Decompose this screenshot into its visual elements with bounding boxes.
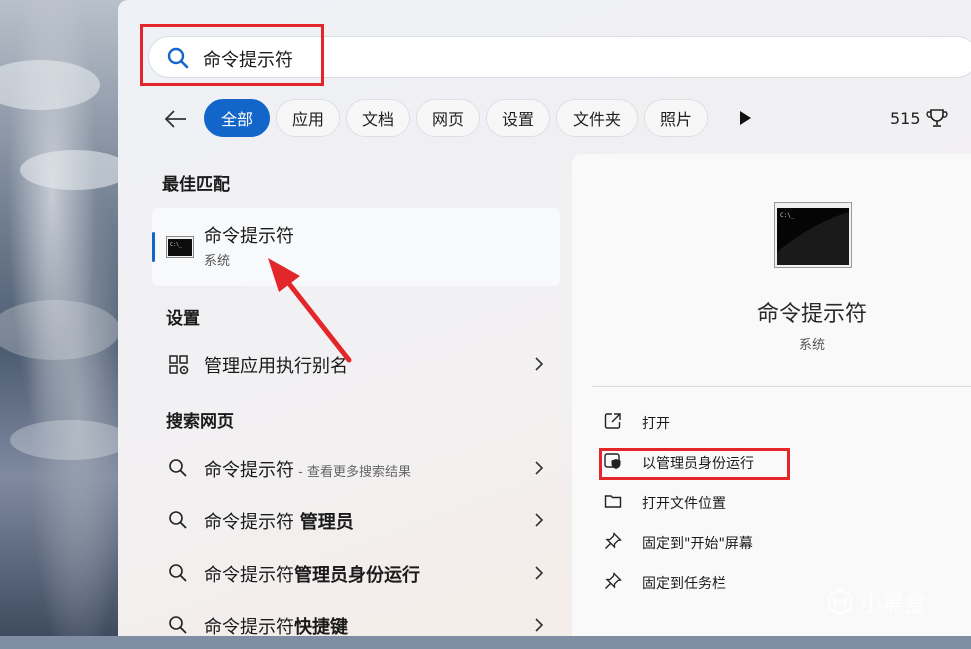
tab-apps[interactable]: 应用 — [276, 99, 340, 137]
chevron-right-icon — [535, 357, 544, 371]
back-arrow-icon[interactable] — [162, 105, 190, 133]
action-pin-to-taskbar-label: 固定到任务栏 — [642, 576, 726, 592]
settings-result-label: 管理应用执行别名 — [204, 356, 348, 377]
action-open-label: 打开 — [642, 416, 670, 432]
web-result-bold: 管理员身份运行 — [294, 565, 420, 586]
action-pin-to-start[interactable]: 固定到"开始"屏幕 — [604, 528, 904, 558]
best-match-heading: 最佳匹配 — [162, 175, 230, 195]
web-result-2[interactable]: 命令提示符 管理员 — [158, 498, 558, 544]
app-settings-icon — [169, 355, 189, 375]
pin-icon — [605, 572, 622, 589]
web-search-heading: 搜索网页 — [166, 412, 234, 432]
desktop-wallpaper — [0, 0, 130, 636]
web-result-3[interactable]: 命令提示符管理员身份运行 — [158, 551, 558, 597]
web-result-bold: 快捷键 — [294, 617, 348, 638]
tab-all[interactable]: 全部 — [204, 99, 270, 137]
search-highlight-box — [140, 24, 324, 86]
search-icon — [169, 459, 187, 477]
web-result-bold: 管理员 — [299, 512, 354, 533]
best-match-name: 命令提示符 — [204, 226, 294, 247]
svg-text:C:\_: C:\_ — [780, 212, 795, 219]
web-result-text: 命令提示符 — [204, 512, 300, 533]
web-result-1[interactable]: 命令提示符 - 查看更多搜索结果 — [158, 446, 558, 492]
more-filters-play-icon[interactable] — [738, 110, 752, 126]
detail-pane: C:\_ 命令提示符 系统 打开 以管理员身份运行 打开文件位置 固定到"开始"… — [572, 154, 971, 636]
detail-divider — [592, 386, 971, 387]
run-as-admin-highlight-box — [599, 448, 790, 480]
svg-text:C:\_: C:\_ — [170, 242, 183, 248]
tab-settings[interactable]: 设置 — [486, 99, 550, 137]
cmd-app-large-icon: C:\_ — [774, 202, 852, 268]
settings-result-app-alias[interactable]: 管理应用执行别名 — [158, 342, 558, 388]
web-result-text: 命令提示符 — [204, 617, 294, 638]
folder-icon — [604, 495, 622, 508]
search-panel: 命令提示符 全部 应用 文档 网页 设置 文件夹 照片 515 最佳匹配 C:\… — [118, 0, 971, 638]
watermark-logo-icon — [828, 588, 852, 616]
chevron-right-icon — [535, 461, 544, 475]
search-icon — [169, 616, 187, 634]
web-result-text: 命令提示符 — [204, 565, 294, 586]
detail-title: 命令提示符 — [756, 302, 867, 327]
pin-icon — [605, 532, 622, 549]
action-open-file-location-label: 打开文件位置 — [642, 496, 726, 512]
search-icon — [169, 564, 187, 582]
web-result-hint: - 查看更多搜索结果 — [294, 465, 411, 480]
action-pin-to-taskbar[interactable]: 固定到任务栏 — [604, 568, 904, 598]
chevron-right-icon — [535, 566, 544, 580]
chevron-right-icon — [535, 618, 544, 632]
action-open[interactable]: 打开 — [604, 408, 904, 438]
web-result-4[interactable]: 命令提示符快捷键 — [158, 603, 558, 649]
web-result-text: 命令提示符 — [204, 460, 294, 481]
best-match-category: 系统 — [204, 254, 231, 269]
action-open-file-location[interactable]: 打开文件位置 — [604, 488, 904, 518]
tab-photos[interactable]: 照片 — [644, 99, 708, 137]
cmd-app-icon: C:\_ — [166, 236, 194, 258]
selection-indicator — [152, 232, 155, 262]
chevron-right-icon — [535, 513, 544, 527]
tab-documents[interactable]: 文档 — [346, 99, 410, 137]
watermark-text: 小黑盒 — [860, 592, 927, 617]
search-icon — [169, 511, 187, 529]
tab-web[interactable]: 网页 — [416, 99, 480, 137]
detail-subtitle: 系统 — [798, 338, 825, 353]
rewards-points: 515 — [890, 109, 921, 128]
action-pin-to-start-label: 固定到"开始"屏幕 — [642, 536, 753, 552]
best-match-result[interactable]: C:\_ 命令提示符 系统 — [152, 208, 560, 286]
rewards-trophy-icon[interactable] — [926, 107, 948, 129]
tab-folders[interactable]: 文件夹 — [556, 99, 638, 137]
open-external-icon — [604, 413, 621, 429]
settings-heading: 设置 — [166, 309, 200, 329]
